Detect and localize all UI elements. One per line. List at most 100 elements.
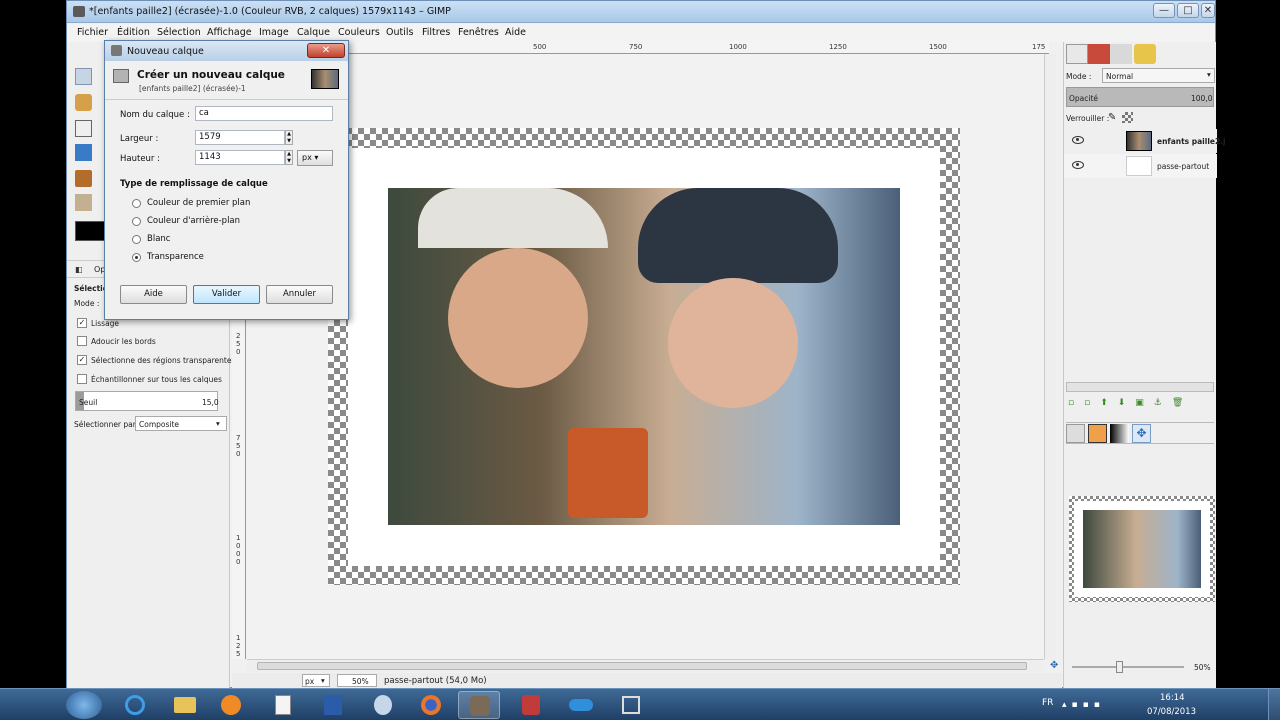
sample-merged-checkbox[interactable] — [77, 374, 87, 384]
taskbar-media[interactable] — [210, 691, 252, 719]
ruler-tick-label: 500 — [533, 43, 547, 51]
eye-icon[interactable] — [1072, 161, 1084, 169]
fill-foreground-radio[interactable] — [132, 199, 141, 208]
fill-white-radio[interactable] — [132, 235, 141, 244]
height-input[interactable]: 1143 — [195, 150, 285, 165]
lock-alpha-icon[interactable] — [1122, 112, 1133, 123]
menu-selection[interactable]: Sélection — [157, 27, 201, 38]
ruler-tick-label: 175 — [1032, 43, 1046, 51]
foreground-color[interactable] — [75, 221, 105, 241]
lock-label: Verrouiller : — [1066, 114, 1110, 123]
navigate-icon[interactable]: ✥ — [1050, 660, 1062, 672]
threshold-value: 15,0 — [202, 398, 219, 407]
taskbar-ie[interactable] — [114, 691, 156, 719]
channels-tab-icon[interactable] — [1088, 44, 1110, 64]
show-desktop-button[interactable] — [1268, 689, 1280, 720]
paintbrush-icon[interactable] — [75, 170, 92, 187]
paths-tab-icon[interactable] — [1110, 44, 1132, 64]
face-right — [668, 278, 798, 408]
tray-icons[interactable]: ▴▪▪▪ — [1062, 700, 1105, 710]
adoucir-checkbox[interactable] — [77, 336, 87, 346]
select-by-dropdown[interactable]: Composite ▾ — [135, 416, 227, 431]
layer-row[interactable]: enfants paille2.j — [1064, 129, 1226, 153]
minimize-button[interactable]: — — [1153, 3, 1175, 18]
transparent-checkbox[interactable]: ✓ — [77, 355, 87, 365]
threshold-slider[interactable]: Seuil 15,0 — [75, 391, 219, 411]
clock-date[interactable]: 07/08/2013 — [1147, 707, 1196, 717]
ruler-tick-label: 1 — [236, 534, 241, 542]
menu-edition[interactable]: Édition — [117, 27, 150, 38]
menu-calque[interactable]: Calque — [297, 27, 330, 38]
menu-outils[interactable]: Outils — [386, 27, 413, 38]
navigation-tab-icon[interactable]: ✥ — [1132, 424, 1151, 443]
brushes-tab-icon[interactable] — [1066, 424, 1085, 443]
lasso-icon[interactable] — [75, 94, 92, 111]
tool-options-icon[interactable]: ◧ — [75, 265, 83, 274]
lock-pixels-icon[interactable]: ✎ — [1108, 112, 1116, 123]
layer-row[interactable]: passe-partout — [1064, 154, 1217, 178]
width-spinner[interactable]: ▲ ▼ — [285, 130, 293, 145]
ruler-tick-label: 5 — [236, 650, 241, 658]
taskbar-word[interactable] — [312, 691, 354, 719]
patterns-tab-icon[interactable] — [1088, 424, 1107, 443]
zoom-select[interactable]: 50% — [337, 674, 377, 687]
taskbar-app3[interactable] — [610, 691, 652, 719]
unit-select[interactable]: px ▾ — [302, 674, 330, 687]
start-button[interactable] — [66, 691, 102, 719]
zoom-slider[interactable] — [1072, 661, 1184, 673]
rect-select-icon[interactable] — [75, 68, 92, 85]
chevron-down-icon: ▾ — [321, 676, 325, 685]
taskbar-explorer[interactable] — [164, 691, 206, 719]
gradients-tab-icon[interactable] — [1110, 424, 1129, 443]
menu-fichier[interactable]: Fichier — [77, 27, 108, 38]
menu-aide[interactable]: Aide — [505, 27, 526, 38]
menu-filtres[interactable]: Filtres — [422, 27, 450, 38]
width-input[interactable]: 1579 — [195, 130, 285, 145]
opacity-slider[interactable]: Opacité 100,0 — [1066, 87, 1214, 107]
taskbar-firefox[interactable] — [410, 691, 452, 719]
height-spinner[interactable]: ▲ ▼ — [285, 150, 293, 165]
clock-time[interactable]: 16:14 — [1160, 693, 1185, 703]
layer-name-input[interactable]: ca — [195, 106, 333, 121]
close-button[interactable]: ✕ — [1201, 3, 1215, 18]
move-icon[interactable] — [75, 120, 92, 137]
layers-tab-icon[interactable] — [1066, 44, 1088, 64]
undo-history-tab-icon[interactable] — [1134, 44, 1156, 64]
horizontal-scrollbar[interactable] — [247, 659, 1044, 672]
menu-image[interactable]: Image — [259, 27, 289, 38]
dialog-close-icon[interactable]: ✕ — [307, 43, 345, 58]
height-label: Hauteur : — [120, 154, 160, 164]
ruler-tick-label: 0 — [236, 542, 241, 550]
ruler-tick-label: 2 — [236, 332, 241, 340]
zoom-slider-handle[interactable] — [1116, 661, 1123, 673]
taskbar-gimp[interactable] — [458, 691, 500, 719]
help-button[interactable]: Aide — [120, 285, 187, 304]
chevron-down-icon: ▾ — [216, 419, 220, 428]
fill-transparency-label: Transparence — [147, 252, 204, 262]
menu-couleurs[interactable]: Couleurs — [338, 27, 380, 38]
eye-icon[interactable] — [1072, 136, 1084, 144]
layer-action-buttons[interactable]: ▫▫⬆⬇▣⚓🗑 — [1068, 398, 1214, 412]
layers-scrollbar[interactable] — [1066, 382, 1214, 392]
scale-icon[interactable] — [75, 144, 92, 161]
ok-button[interactable]: Valider — [193, 285, 260, 304]
layer-mode-dropdown[interactable]: Normal ▾ — [1102, 68, 1215, 83]
fill-background-radio[interactable] — [132, 217, 141, 226]
clone-icon[interactable] — [75, 194, 92, 211]
cancel-button[interactable]: Annuler — [266, 285, 333, 304]
unit-dropdown[interactable]: px ▾ — [297, 150, 333, 166]
navigator-preview[interactable] — [1069, 496, 1215, 602]
menu-fenetres[interactable]: Fenêtres — [458, 27, 499, 38]
maximize-button[interactable]: □ — [1177, 3, 1199, 18]
lissage-checkbox[interactable]: ✓ — [77, 318, 87, 328]
taskbar-skydrive[interactable] — [560, 691, 602, 719]
taskbar-app[interactable] — [362, 691, 404, 719]
layer-mode-value: Normal — [1106, 72, 1134, 81]
vertical-scrollbar[interactable] — [1044, 54, 1056, 659]
scroll-thumb[interactable] — [257, 662, 1027, 670]
fill-transparency-radio[interactable] — [132, 253, 141, 262]
taskbar-app2[interactable] — [510, 691, 552, 719]
taskbar-notepad[interactable] — [262, 691, 304, 719]
menu-affichage[interactable]: Affichage — [207, 27, 252, 38]
language-indicator[interactable]: FR — [1042, 698, 1053, 708]
